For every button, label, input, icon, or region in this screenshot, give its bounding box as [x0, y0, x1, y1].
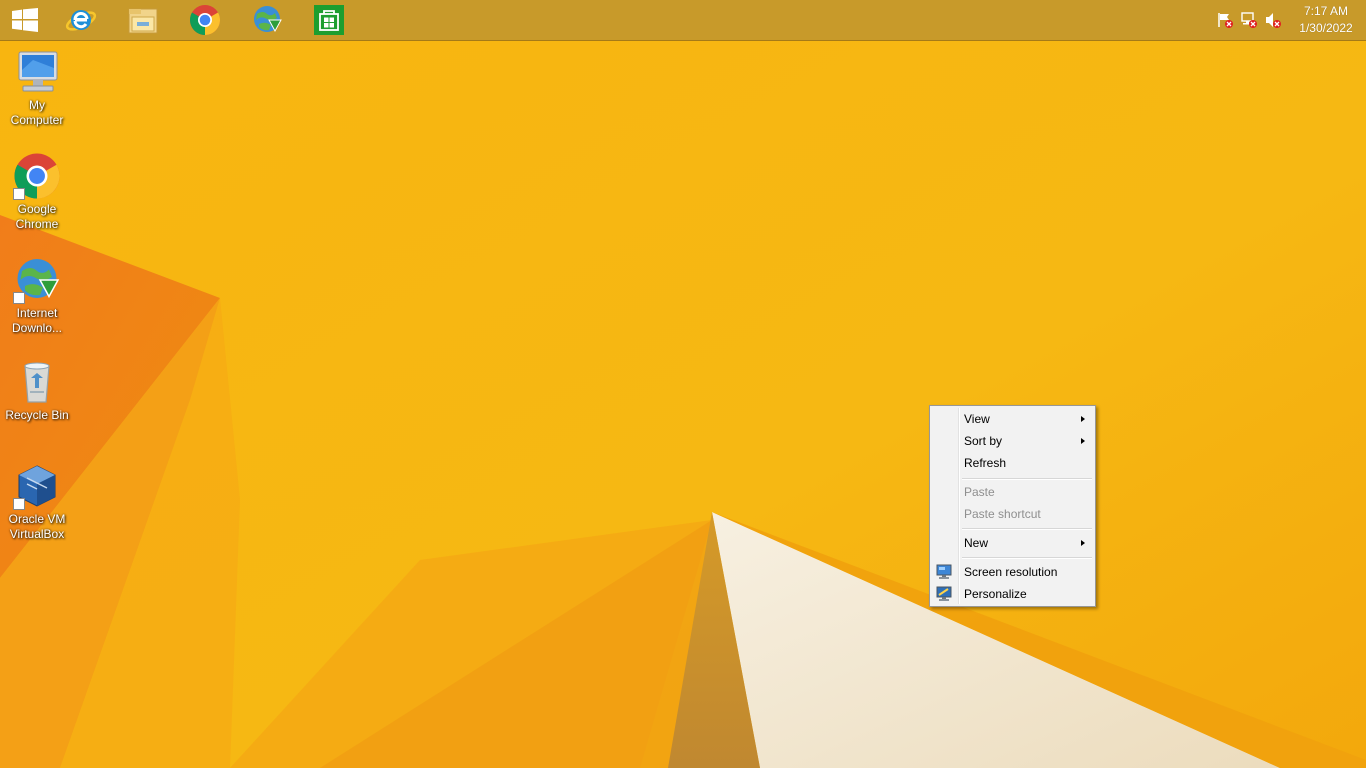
- menu-item-label: Sort by: [964, 434, 1003, 448]
- shortcut-arrow-icon: [13, 498, 25, 510]
- shortcut-arrow-icon: [13, 188, 25, 200]
- desktop-icon-recycle-bin[interactable]: Recycle Bin: [2, 358, 72, 423]
- menu-item-screen-resolution[interactable]: Screen resolution: [932, 561, 1093, 583]
- store-bag-icon: [314, 5, 344, 35]
- desktop-icon-label: Computer: [10, 113, 64, 127]
- desktop-icon-google-chrome[interactable]: Google Chrome: [2, 152, 72, 232]
- menu-item-sort-by[interactable]: Sort by: [932, 430, 1093, 452]
- desktop-icon-label: Internet: [16, 306, 58, 320]
- menu-item-label: View: [964, 412, 990, 426]
- desktop-context-menu: View Sort by Refresh Paste Paste shortcu…: [929, 405, 1096, 607]
- taskbar: 7:17 AM 1/30/2022: [0, 0, 1366, 41]
- desktop-icon-label: Recycle Bin: [5, 408, 69, 422]
- menu-item-paste-shortcut: Paste shortcut: [932, 503, 1093, 525]
- action-center-button[interactable]: [1214, 9, 1236, 31]
- menu-item-personalize[interactable]: Personalize: [932, 583, 1093, 605]
- menu-separator: [962, 528, 1092, 530]
- menu-item-label: Screen resolution: [964, 565, 1058, 579]
- start-button[interactable]: [0, 0, 50, 40]
- internet-explorer-icon: [65, 10, 97, 31]
- network-button[interactable]: [1238, 9, 1260, 31]
- desktop-icon-label: My: [29, 98, 45, 112]
- desktop-icon-my-computer[interactable]: My Computer: [2, 48, 72, 128]
- idm-globe-icon: [254, 6, 282, 33]
- volume-button[interactable]: [1262, 9, 1284, 31]
- menu-item-label: Paste: [964, 485, 995, 499]
- taskbar-file-explorer[interactable]: [112, 0, 174, 40]
- menu-separator: [962, 478, 1092, 480]
- clock-date: 1/30/2022: [1299, 21, 1353, 35]
- submenu-arrow-icon: [1081, 416, 1085, 422]
- monitor-icon: [936, 564, 952, 579]
- network-icon: [1241, 12, 1257, 28]
- system-tray: 7:17 AM 1/30/2022: [1214, 0, 1366, 40]
- volume-muted-icon: [1266, 13, 1281, 28]
- computer-icon: [18, 51, 58, 92]
- menu-item-label: Personalize: [964, 587, 1027, 601]
- shortcut-arrow-icon: [13, 292, 25, 304]
- desktop[interactable]: 7:17 AM 1/30/2022 My Computer Google Chr…: [0, 0, 1366, 768]
- clock-time: 7:17 AM: [1303, 4, 1349, 18]
- taskbar-google-chrome[interactable]: [174, 0, 236, 40]
- menu-item-paste: Paste: [932, 481, 1093, 503]
- desktop-icon-internet-download-manager[interactable]: Internet Downlo...: [2, 256, 72, 336]
- folder-icon: [128, 8, 158, 34]
- submenu-arrow-icon: [1081, 438, 1085, 444]
- action-center-flag-icon: [1218, 13, 1233, 28]
- desktop-icon-label: Chrome: [15, 217, 59, 231]
- taskbar-store[interactable]: [298, 0, 360, 40]
- menu-item-label: Refresh: [964, 456, 1007, 470]
- desktop-icon-label: Downlo...: [11, 321, 63, 335]
- menu-item-label: Paste shortcut: [964, 507, 1041, 521]
- menu-separator: [962, 557, 1092, 559]
- wallpaper: [0, 0, 1366, 768]
- menu-item-new[interactable]: New: [932, 532, 1093, 554]
- desktop-icon-label: VirtualBox: [9, 527, 65, 541]
- taskbar-internet-explorer[interactable]: [50, 0, 112, 40]
- desktop-icon-label: Oracle VM: [8, 512, 66, 526]
- personalize-monitor-icon: [936, 586, 952, 601]
- desktop-icon-oracle-vm-virtualbox[interactable]: Oracle VM VirtualBox: [2, 462, 72, 542]
- menu-item-label: New: [964, 536, 989, 550]
- taskbar-clock[interactable]: 7:17 AM 1/30/2022: [1286, 0, 1366, 40]
- menu-item-view[interactable]: View: [932, 408, 1093, 430]
- submenu-arrow-icon: [1081, 540, 1085, 546]
- desktop-icon-label: Google: [17, 202, 57, 216]
- taskbar-internet-download-manager[interactable]: [236, 0, 298, 40]
- chrome-icon: [189, 5, 221, 36]
- recycle-bin-icon: [24, 362, 50, 403]
- menu-item-refresh[interactable]: Refresh: [932, 452, 1093, 474]
- windows-logo-icon: [12, 8, 38, 32]
